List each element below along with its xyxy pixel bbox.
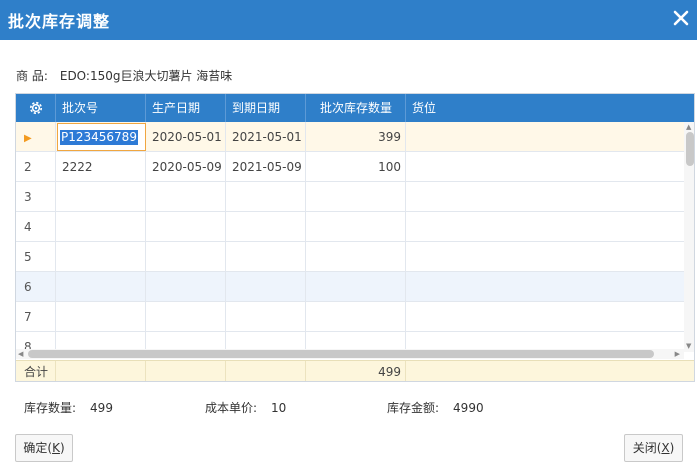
horizontal-scrollbar[interactable]: ◀ ▶ <box>16 349 684 359</box>
cell-batch[interactable]: 2222 <box>56 152 146 182</box>
cell-batch-qty[interactable]: 399 <box>306 122 406 152</box>
table-row[interactable]: 6 <box>16 272 684 302</box>
confirm-button-hotkey: K <box>52 441 60 455</box>
cell-batch[interactable] <box>56 242 146 272</box>
cell-batch[interactable] <box>56 182 146 212</box>
stock-qty-label: 库存数量: <box>24 401 77 415</box>
close-button-label-end: ) <box>669 441 675 455</box>
row-marker: ▶ <box>16 122 56 152</box>
column-header-expiry-date[interactable]: 到期日期 <box>226 94 306 122</box>
cell-expiry-date[interactable] <box>226 182 306 212</box>
cell-batch[interactable] <box>56 212 146 242</box>
product-info: 商 品: EDO:150g巨浪大切薯片 海苔味 <box>16 67 232 84</box>
summary-cell <box>56 361 146 381</box>
table-row[interactable]: ▶ P123456789 2020-05-01 2021-05-01 399 <box>16 122 684 152</box>
horizontal-scroll-thumb[interactable] <box>28 350 654 358</box>
grid-settings-button[interactable] <box>16 94 56 122</box>
cell-location[interactable] <box>406 152 684 182</box>
cell-expiry-date[interactable] <box>226 302 306 332</box>
summary-cell <box>226 361 306 381</box>
cell-production-date[interactable] <box>146 242 226 272</box>
cell-expiry-date[interactable]: 2021-05-09 <box>226 152 306 182</box>
cell-expiry-date[interactable] <box>226 242 306 272</box>
stock-qty-stat: 库存数量: 499 <box>24 399 113 416</box>
stock-amount-label: 库存金额: <box>387 401 440 415</box>
close-button-hotkey: X <box>661 441 670 455</box>
row-number: 3 <box>16 182 56 212</box>
stock-amount-stat: 库存金额: 4990 <box>387 399 484 416</box>
unit-cost-label: 成本单价: <box>205 401 258 415</box>
stock-amount-value: 4990 <box>453 401 484 415</box>
cell-location[interactable] <box>406 122 684 152</box>
row-number: 2 <box>16 152 56 182</box>
product-value: EDO:150g巨浪大切薯片 海苔味 <box>59 69 233 83</box>
product-label: 商 品: <box>16 69 48 83</box>
scroll-left-icon[interactable]: ◀ <box>18 350 23 358</box>
cell-batch[interactable] <box>56 302 146 332</box>
cell-production-date[interactable] <box>146 182 226 212</box>
grid-body: ▶ P123456789 2020-05-01 2021-05-01 399 2… <box>16 122 684 352</box>
cell-expiry-date[interactable] <box>226 272 306 302</box>
close-button-label: 关闭( <box>632 441 662 455</box>
table-row[interactable]: 2 2222 2020-05-09 2021-05-09 100 <box>16 152 684 182</box>
confirm-button[interactable]: 确定(K) <box>15 434 73 462</box>
batch-grid: 批次号 生产日期 到期日期 批次库存数量 货位 ▶ P123456789 202… <box>15 93 695 382</box>
cell-batch-qty[interactable] <box>306 242 406 272</box>
vertical-scrollbar[interactable]: ▲ ▼ <box>684 122 694 352</box>
cell-batch-qty[interactable] <box>306 272 406 302</box>
cell-expiry-date[interactable] <box>226 212 306 242</box>
grid-header: 批次号 生产日期 到期日期 批次库存数量 货位 <box>16 94 694 122</box>
cell-production-date[interactable]: 2020-05-01 <box>146 122 226 152</box>
close-icon[interactable] <box>669 6 693 30</box>
confirm-button-label: 确定( <box>23 441 53 455</box>
row-number: 5 <box>16 242 56 272</box>
confirm-button-label-end: ) <box>59 441 65 455</box>
gear-icon <box>29 101 42 115</box>
table-row[interactable]: 7 <box>16 302 684 332</box>
cell-batch[interactable] <box>56 272 146 302</box>
cell-batch-qty[interactable]: 100 <box>306 152 406 182</box>
window-title: 批次库存调整 <box>8 12 111 31</box>
cell-production-date[interactable] <box>146 272 226 302</box>
close-button[interactable]: 关闭(X) <box>624 434 683 462</box>
column-header-batch[interactable]: 批次号 <box>56 94 146 122</box>
scroll-up-icon[interactable]: ▲ <box>686 124 691 131</box>
unit-cost-stat: 成本单价: 10 <box>205 399 286 416</box>
column-header-location[interactable]: 货位 <box>406 94 694 122</box>
summary-label: 合计 <box>16 361 56 381</box>
scroll-down-icon[interactable]: ▼ <box>686 343 691 350</box>
cell-production-date[interactable] <box>146 212 226 242</box>
table-row[interactable]: 4 <box>16 212 684 242</box>
unit-cost-value: 10 <box>271 401 287 415</box>
table-row[interactable]: 3 <box>16 182 684 212</box>
summary-cell <box>146 361 226 381</box>
batch-edit-value: P123456789 <box>60 130 138 145</box>
cell-batch-qty[interactable] <box>306 302 406 332</box>
row-number: 7 <box>16 302 56 332</box>
summary-row: 合计 499 <box>16 360 694 381</box>
cell-production-date[interactable]: 2020-05-09 <box>146 152 226 182</box>
cell-batch-qty[interactable] <box>306 182 406 212</box>
cell-expiry-date[interactable]: 2021-05-01 <box>226 122 306 152</box>
stock-qty-value: 499 <box>90 401 113 415</box>
column-header-production-date[interactable]: 生产日期 <box>146 94 226 122</box>
scroll-right-icon[interactable]: ▶ <box>675 350 680 358</box>
column-header-batch-qty[interactable]: 批次库存数量 <box>306 94 406 122</box>
row-number: 6 <box>16 272 56 302</box>
table-row[interactable]: 5 <box>16 242 684 272</box>
row-number: 4 <box>16 212 56 242</box>
cell-production-date[interactable] <box>146 302 226 332</box>
summary-qty: 499 <box>306 361 406 381</box>
title-bar: 批次库存调整 <box>0 0 697 40</box>
cell-batch-qty[interactable] <box>306 212 406 242</box>
current-row-arrow-icon: ▶ <box>24 133 32 144</box>
batch-edit-input[interactable]: P123456789 <box>57 123 146 151</box>
vertical-scroll-thumb[interactable] <box>686 132 694 166</box>
